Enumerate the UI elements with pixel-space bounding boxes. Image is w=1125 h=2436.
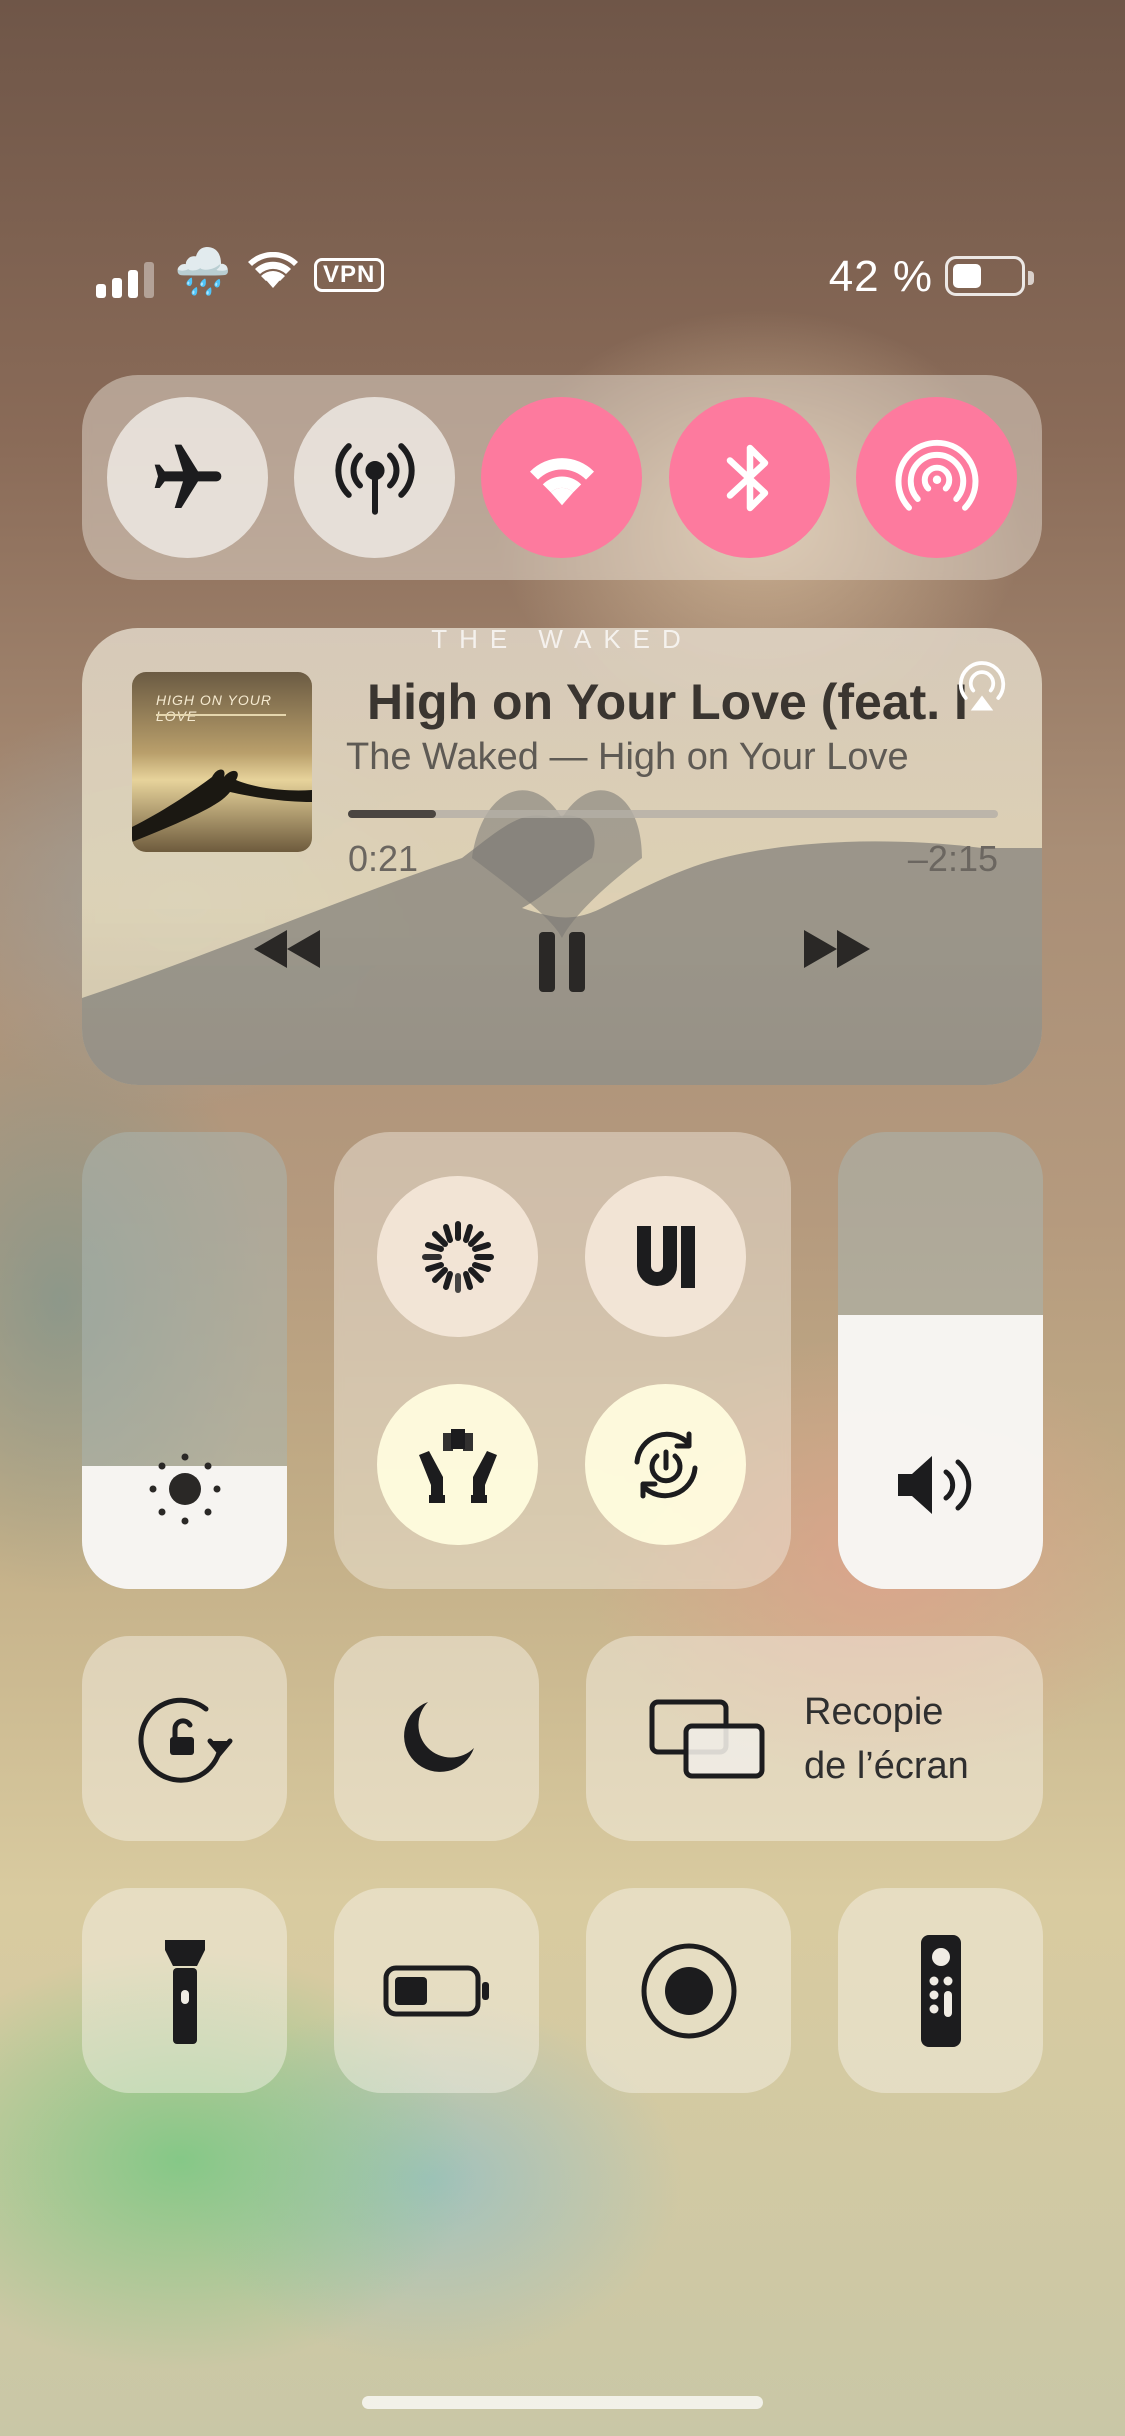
ui-app-icon: [636, 1225, 695, 1288]
album-art-divider: [156, 714, 286, 716]
elapsed-time: 0:21: [348, 838, 419, 879]
home-indicator[interactable]: [362, 2396, 763, 2409]
playback-progress-fill: [348, 810, 436, 818]
airplay-audio-icon: [958, 661, 1006, 711]
airplane-mode-button[interactable]: [107, 397, 268, 558]
loading-spinner-icon: [421, 1220, 494, 1293]
hands-shield-toggle-button[interactable]: [377, 1384, 538, 1545]
low-power-mode-button[interactable]: [334, 1888, 539, 2093]
focus-button[interactable]: [334, 1636, 539, 1841]
cellular-antenna-icon: [334, 442, 415, 515]
power-cycle-toggle-button[interactable]: [585, 1384, 746, 1545]
fast-forward-button[interactable]: [802, 928, 872, 975]
song-subtitle: The Waked — High on Your Love: [346, 736, 909, 778]
apple-tv-remote-icon: [920, 1934, 961, 2047]
hands-shield-icon: [418, 1428, 497, 1503]
brightness-slider[interactable]: [82, 1132, 287, 1589]
screen-record-icon: [641, 1943, 736, 2038]
loading-toggle-button[interactable]: [377, 1176, 538, 1337]
wifi-button[interactable]: [481, 397, 642, 558]
sun-icon: [149, 1453, 221, 1525]
cellular-data-button[interactable]: [294, 397, 455, 558]
album-art-title: HIGH ON YOUR LOVE: [156, 692, 272, 724]
status-bar: 🌧️ VPN 42 %: [96, 245, 1034, 310]
apple-tv-remote-button[interactable]: [838, 1888, 1043, 2093]
song-title: High on Your Love (feat. I: [367, 674, 967, 730]
connectivity-panel: [82, 375, 1042, 580]
speaker-volume-icon: [898, 1456, 972, 1514]
vpn-badge: VPN: [314, 258, 385, 292]
screen-mirroring-line1: Recopie: [804, 1690, 944, 1733]
wifi-icon: [248, 251, 298, 297]
rewind-button[interactable]: [252, 928, 322, 975]
album-banner-text: THE WAKED: [431, 628, 693, 654]
bluetooth-icon: [726, 444, 768, 511]
pause-icon: [539, 932, 585, 992]
flashlight-icon: [164, 1939, 205, 2044]
screen-mirroring-line2: de l’écran: [804, 1744, 969, 1787]
remaining-time: –2:15: [907, 838, 998, 879]
pause-button[interactable]: [537, 930, 587, 999]
screen-mirroring-label: Recopie de l’écran: [804, 1685, 969, 1793]
low-power-battery-icon: [383, 1965, 489, 2016]
airplay-button[interactable]: [952, 658, 1012, 723]
now-playing-panel: THE WAKED HIGH ON YOUR LOVE High on Your…: [82, 628, 1042, 1085]
volume-slider[interactable]: [838, 1132, 1043, 1589]
wifi-icon: [529, 457, 594, 505]
screen-mirroring-icon: [649, 1699, 765, 1778]
ui-app-toggle-button[interactable]: [585, 1176, 746, 1337]
fast-forward-icon: [804, 930, 870, 968]
album-artwork[interactable]: HIGH ON YOUR LOVE: [132, 672, 312, 852]
power-cycle-icon: [634, 1431, 697, 1498]
moon-icon: [403, 1701, 474, 1772]
bluetooth-button[interactable]: [669, 397, 830, 558]
playback-progress-bar[interactable]: [348, 810, 998, 818]
flashlight-button[interactable]: [82, 1888, 287, 2093]
airdrop-button[interactable]: [856, 397, 1017, 558]
rotation-lock-button[interactable]: [82, 1636, 287, 1841]
screen-mirroring-button[interactable]: Recopie de l’écran: [586, 1636, 1043, 1841]
toggle-grid-panel: [334, 1132, 791, 1589]
rotation-lock-icon: [138, 1697, 232, 1783]
battery-icon: [945, 256, 1034, 296]
battery-percent: 42 %: [828, 252, 933, 301]
cellular-signal-icon: [96, 258, 154, 298]
rewind-icon: [254, 930, 320, 968]
airdrop-icon: [895, 439, 978, 511]
album-hands-graphic: [132, 769, 312, 842]
screen-record-button[interactable]: [586, 1888, 791, 2093]
airplane-icon: [154, 444, 221, 508]
rain-cloud-icon: 🌧️: [174, 245, 232, 297]
